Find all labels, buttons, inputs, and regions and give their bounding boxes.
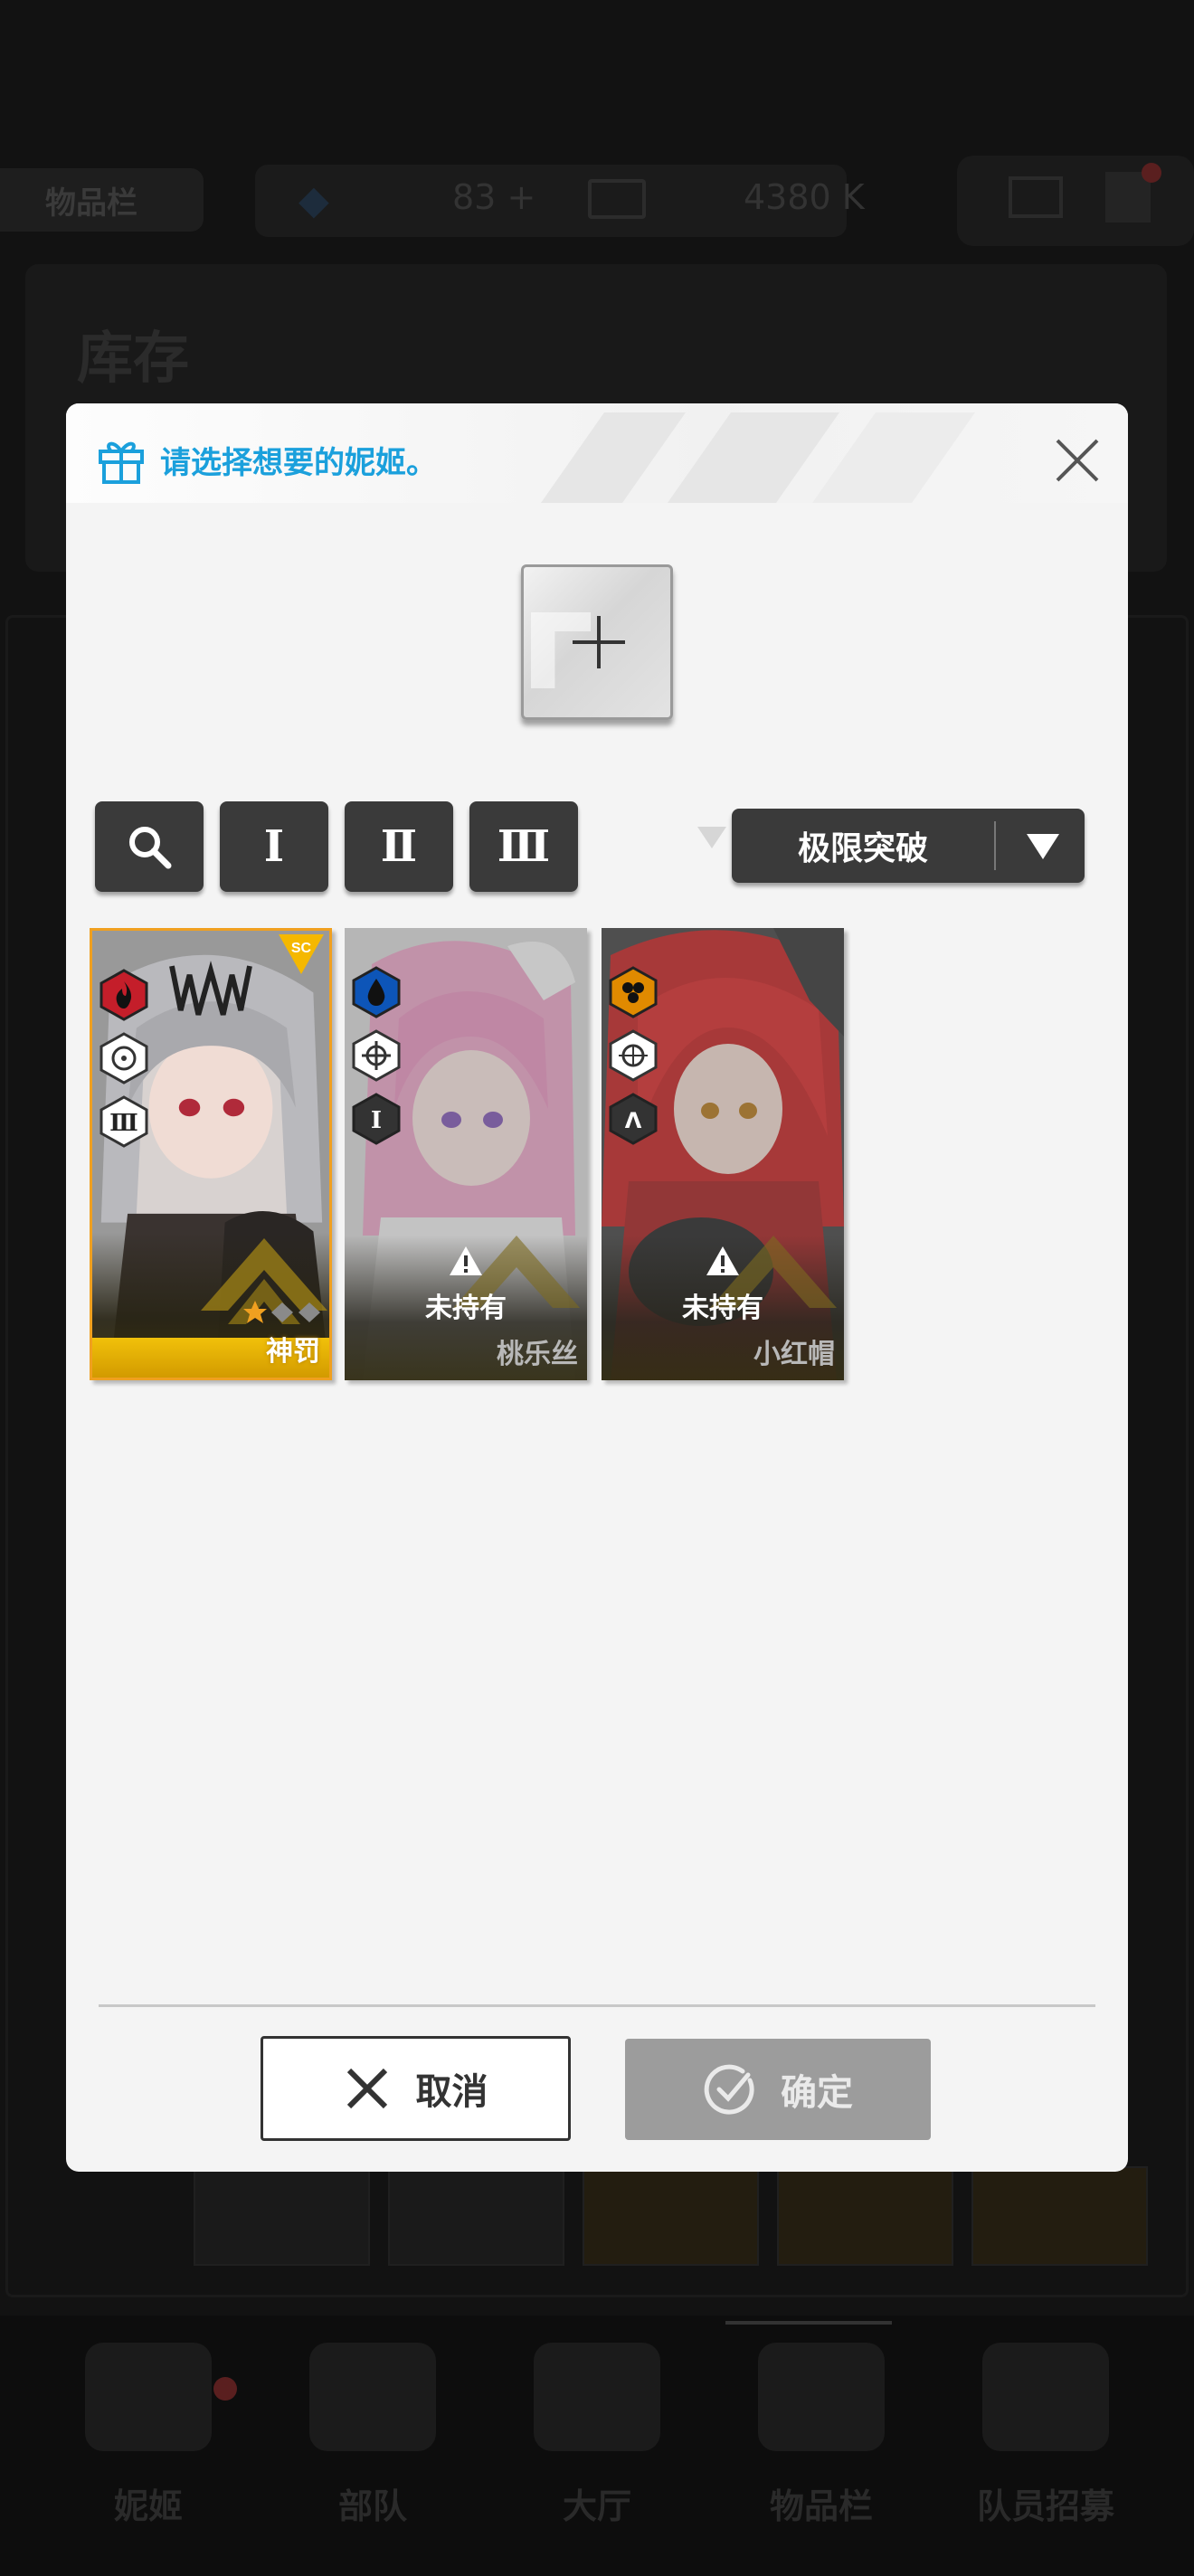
- notification-dot: [213, 2377, 237, 2401]
- nav-label: 大厅: [562, 2486, 631, 2526]
- inventory-title: 库存: [77, 325, 190, 391]
- nikke-icon: [85, 2343, 212, 2451]
- nikke-card[interactable]: Ⅰ 未持有 桃乐丝: [345, 928, 587, 1380]
- nav-item-lobby: 大厅: [502, 2316, 692, 2576]
- burst-2-filter[interactable]: Ⅱ: [345, 801, 453, 892]
- nav-item-squad: 部队: [278, 2316, 468, 2576]
- nav-active-indicator: [725, 2321, 892, 2325]
- caret-down-icon: [1027, 834, 1059, 859]
- dialog-title: 请选择想要的妮姬。: [160, 445, 437, 481]
- nav-label: 队员招募: [976, 2486, 1114, 2526]
- item-slot: [583, 2166, 759, 2266]
- sort-order-icon[interactable]: [697, 827, 726, 848]
- not-owned-label: 未持有: [425, 1293, 507, 1324]
- nav-label: 物品栏: [769, 2486, 873, 2526]
- honeycomb-icon: [609, 966, 658, 1018]
- ticket-icon: [588, 179, 646, 219]
- slot-decoration: [531, 612, 591, 688]
- close-icon[interactable]: [1052, 435, 1103, 486]
- header-decoration: [811, 412, 976, 503]
- recruit-icon: [982, 2343, 1109, 2451]
- card-badges: Λ: [607, 966, 659, 1156]
- check-circle-icon: [704, 2064, 754, 2115]
- nav-item-recruit: 队员招募: [951, 2316, 1141, 2576]
- gift-icon: [99, 441, 144, 484]
- header-decoration: [667, 412, 840, 503]
- burst-badge: Ⅰ: [352, 1093, 401, 1145]
- item-slot: [388, 2166, 564, 2266]
- plus-icon: [597, 616, 601, 668]
- burst-3-filter[interactable]: Ⅲ: [469, 801, 578, 892]
- svg-text:Ⅲ: Ⅲ: [109, 1110, 138, 1137]
- card-badges: Ⅰ: [350, 966, 403, 1156]
- gem-count: 83 +: [452, 177, 536, 217]
- nav-label: 部队: [337, 2486, 407, 2526]
- confirm-label: 确定: [781, 2072, 853, 2114]
- fire-icon: [100, 969, 148, 1021]
- cancel-label: 取消: [415, 2071, 488, 2113]
- lobby-icon: [534, 2343, 660, 2451]
- svg-text:Ⅰ: Ⅰ: [371, 1107, 382, 1134]
- inventory-icon: [758, 2343, 885, 2451]
- crosshair-icon: [352, 1029, 401, 1082]
- notification-dot: [1142, 163, 1161, 183]
- water-icon: [352, 966, 401, 1018]
- warning-icon: [450, 1246, 482, 1275]
- nikke-card[interactable]: SC Ⅲ 神罚: [90, 928, 332, 1380]
- item-slot: [194, 2166, 370, 2266]
- confirm-button[interactable]: 确定: [625, 2039, 931, 2140]
- card-badges: Ⅲ: [98, 969, 150, 1159]
- search-button[interactable]: [95, 801, 204, 892]
- squad-icon: [309, 2343, 436, 2451]
- burst-2-label: Ⅱ: [380, 821, 418, 872]
- star-empty-icon: [298, 1302, 320, 1322]
- svg-text:Λ: Λ: [625, 1108, 642, 1133]
- burst-badge: Λ: [609, 1093, 658, 1145]
- sort-divider: [994, 821, 996, 870]
- footer-divider: [99, 2004, 1095, 2007]
- nav-item-inventory: 物品栏: [726, 2316, 916, 2576]
- limit-break-stars: [242, 1300, 322, 1325]
- burst-badge: Ⅲ: [100, 1095, 148, 1148]
- close-icon: [346, 2068, 387, 2109]
- add-nikke-slot[interactable]: [521, 564, 673, 720]
- mail-icon: [1009, 176, 1063, 218]
- item-slots: [194, 2166, 1149, 2266]
- nav-label: 妮姬: [113, 2486, 183, 2526]
- item-slot: [971, 2166, 1148, 2266]
- select-nikke-dialog: 请选择想要的妮姬。 Ⅰ Ⅱ Ⅲ 极限突破 SC Ⅲ 神罚 Ⅰ 未持有 桃乐丝 Λ…: [66, 403, 1128, 2172]
- not-owned-label: 未持有: [682, 1293, 763, 1324]
- sort-dropdown[interactable]: 极限突破: [732, 809, 1085, 883]
- item-slot: [777, 2166, 953, 2266]
- burst-1-filter[interactable]: Ⅰ: [220, 801, 328, 892]
- star-filled-icon: [243, 1301, 267, 1323]
- rarity-ssr-badge: SC: [279, 934, 324, 985]
- cancel-button[interactable]: 取消: [261, 2036, 571, 2141]
- burst-1-label: Ⅰ: [263, 821, 285, 872]
- star-empty-icon: [271, 1302, 293, 1322]
- inventory-tab-label: 物品栏: [45, 185, 137, 222]
- warning-icon: [706, 1246, 739, 1275]
- gem-icon: ◆: [298, 177, 329, 223]
- nikke-name: 桃乐丝: [497, 1339, 578, 1370]
- bottom-nav: 妮姬 部队 大厅 物品栏 队员招募: [0, 2316, 1194, 2576]
- nikke-name: 小红帽: [753, 1339, 835, 1370]
- sort-label: 极限突破: [797, 830, 928, 867]
- nikke-name: 神罚: [266, 1336, 320, 1368]
- burst-3-label: Ⅲ: [497, 821, 551, 872]
- target-icon: [100, 1032, 148, 1084]
- scope-icon: [609, 1029, 658, 1082]
- svg-text:SC: SC: [291, 941, 312, 956]
- nav-item-nikke: 妮姬: [53, 2316, 243, 2576]
- nikke-card[interactable]: Λ 未持有 小红帽: [602, 928, 844, 1380]
- search-icon: [129, 827, 172, 869]
- header-decoration: [540, 412, 687, 503]
- credit-count: 4380 K: [744, 177, 865, 217]
- inventory-tab: 物品栏: [0, 168, 204, 232]
